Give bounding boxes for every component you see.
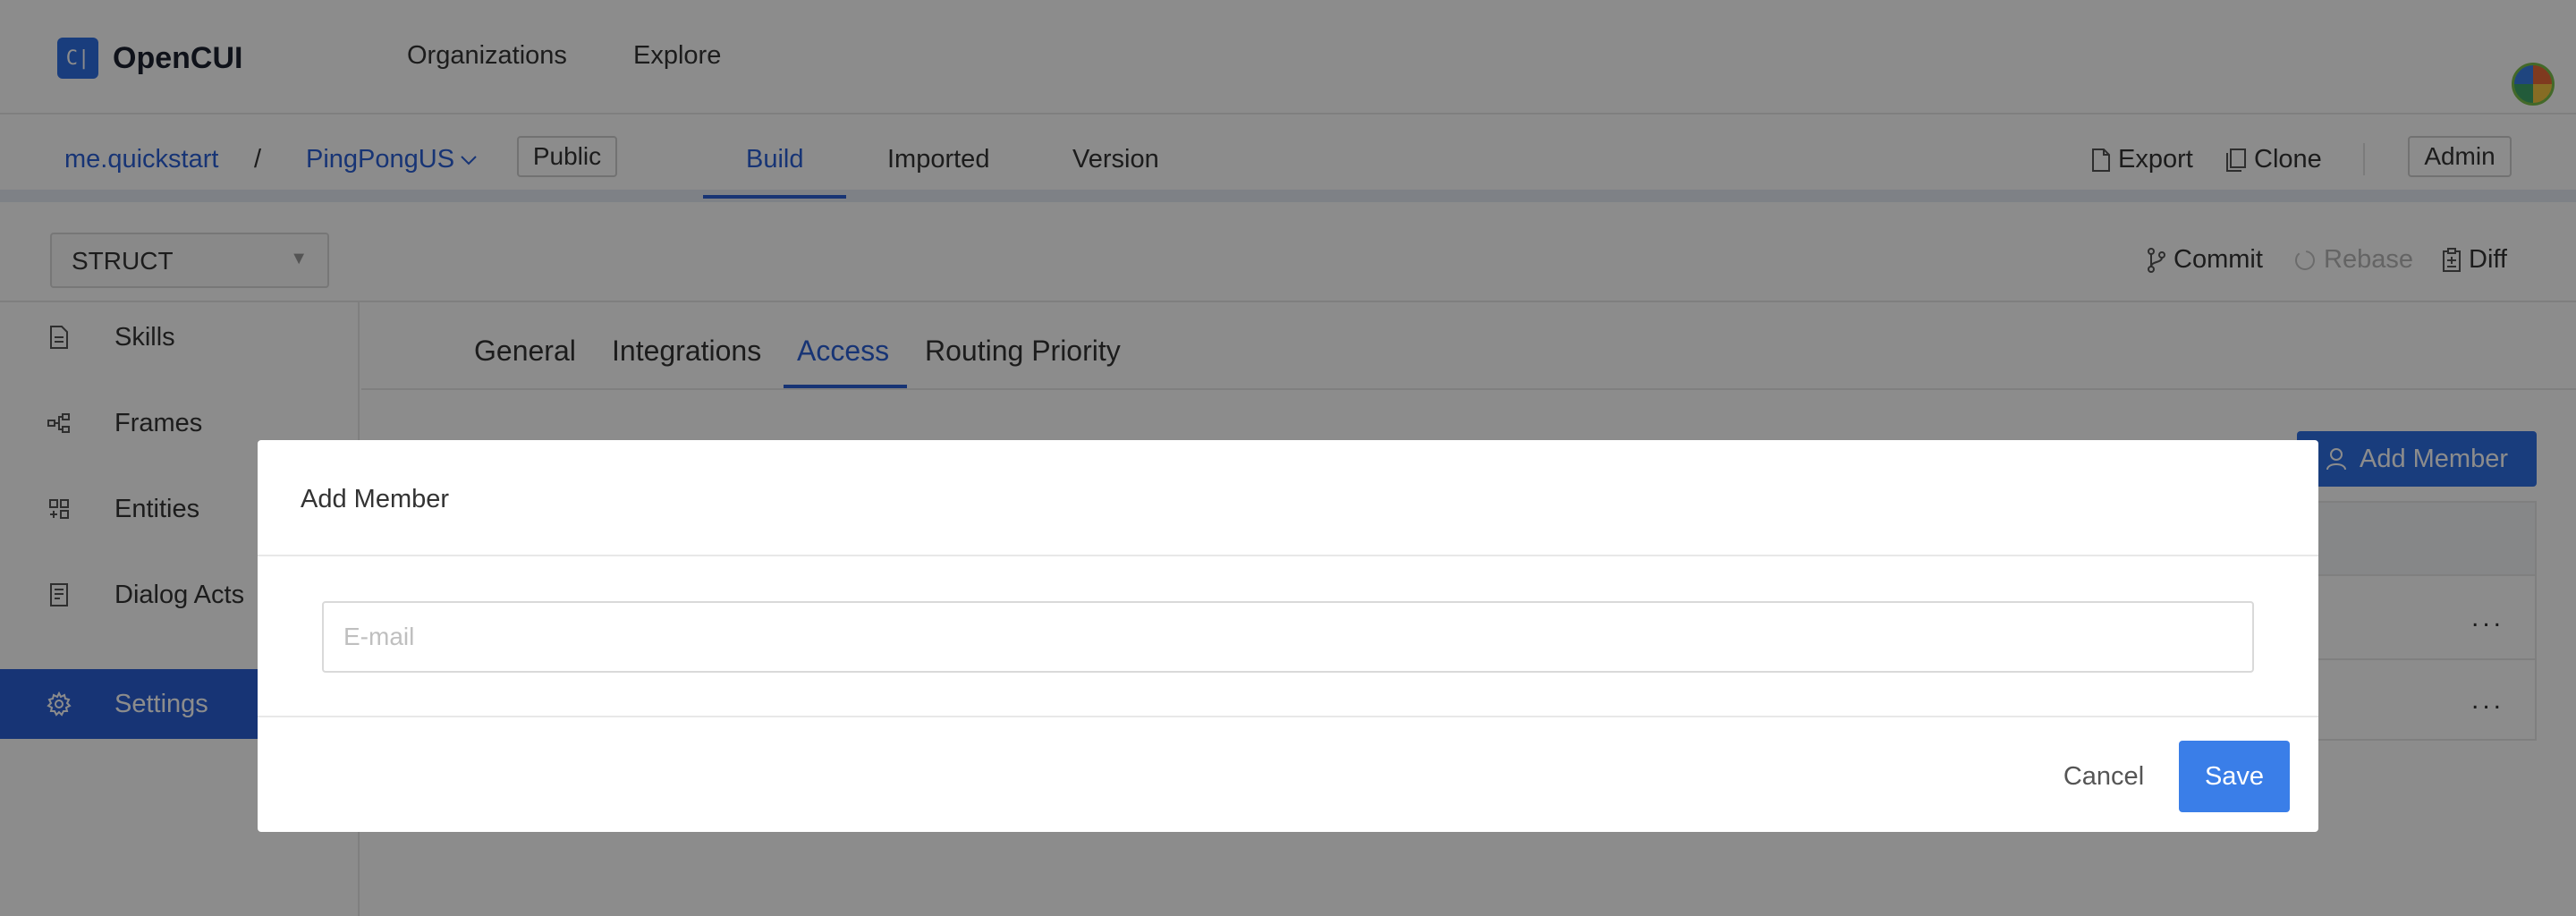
save-button[interactable]: Save bbox=[2179, 741, 2290, 812]
dialog-title: Add Member bbox=[301, 485, 450, 513]
cancel-button[interactable]: Cancel bbox=[2050, 741, 2157, 812]
dialog-footer: Cancel Save bbox=[258, 716, 2318, 832]
dialog-header: Add Member bbox=[258, 440, 2318, 556]
email-field[interactable] bbox=[322, 601, 2254, 673]
add-member-dialog: Add Member Cancel Save bbox=[258, 440, 2318, 832]
